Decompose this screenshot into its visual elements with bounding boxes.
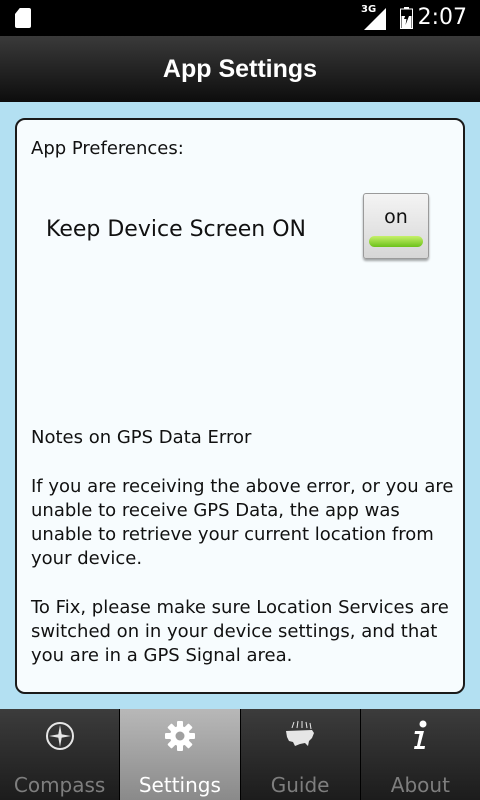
tab-compass[interactable]: Compass	[0, 709, 120, 800]
toggle-indicator	[369, 236, 423, 247]
compass-icon	[45, 722, 74, 750]
tab-settings[interactable]: Settings	[120, 709, 240, 800]
keep-screen-on-label: Keep Device Screen ON	[46, 217, 306, 242]
tab-about[interactable]: About	[360, 709, 480, 800]
notes-paragraph-2: To Fix, please make sure Location Servic…	[31, 597, 449, 666]
bottom-nav: Compass Settings Guide About	[0, 709, 480, 800]
page-title: App Settings	[162, 54, 318, 83]
keep-screen-on-toggle[interactable]: on	[363, 193, 429, 259]
info-icon	[414, 720, 427, 749]
battery-icon	[400, 7, 413, 29]
toggle-text: on	[384, 206, 408, 228]
tab-label-compass: Compass	[13, 773, 106, 797]
tab-label-about: About	[390, 773, 450, 797]
section-label: App Preferences:	[31, 138, 184, 159]
tab-label-guide: Guide	[270, 773, 330, 797]
signal-icon	[364, 8, 386, 30]
sd-card-icon	[15, 8, 31, 28]
settings-card: App Preferences: Keep Device Screen ON o…	[15, 118, 465, 694]
clock: 2:07	[417, 5, 467, 30]
usa-map-icon	[286, 720, 315, 746]
notes-title: Notes on GPS Data Error	[31, 427, 252, 448]
tab-label-settings: Settings	[138, 773, 221, 797]
tab-guide[interactable]: Guide	[240, 709, 360, 800]
title-bar: App Settings	[0, 36, 480, 102]
gear-icon	[164, 721, 195, 751]
notes-paragraph-1: If you are receiving the above error, or…	[31, 476, 454, 569]
status-bar: 3G 2:07	[0, 0, 480, 36]
